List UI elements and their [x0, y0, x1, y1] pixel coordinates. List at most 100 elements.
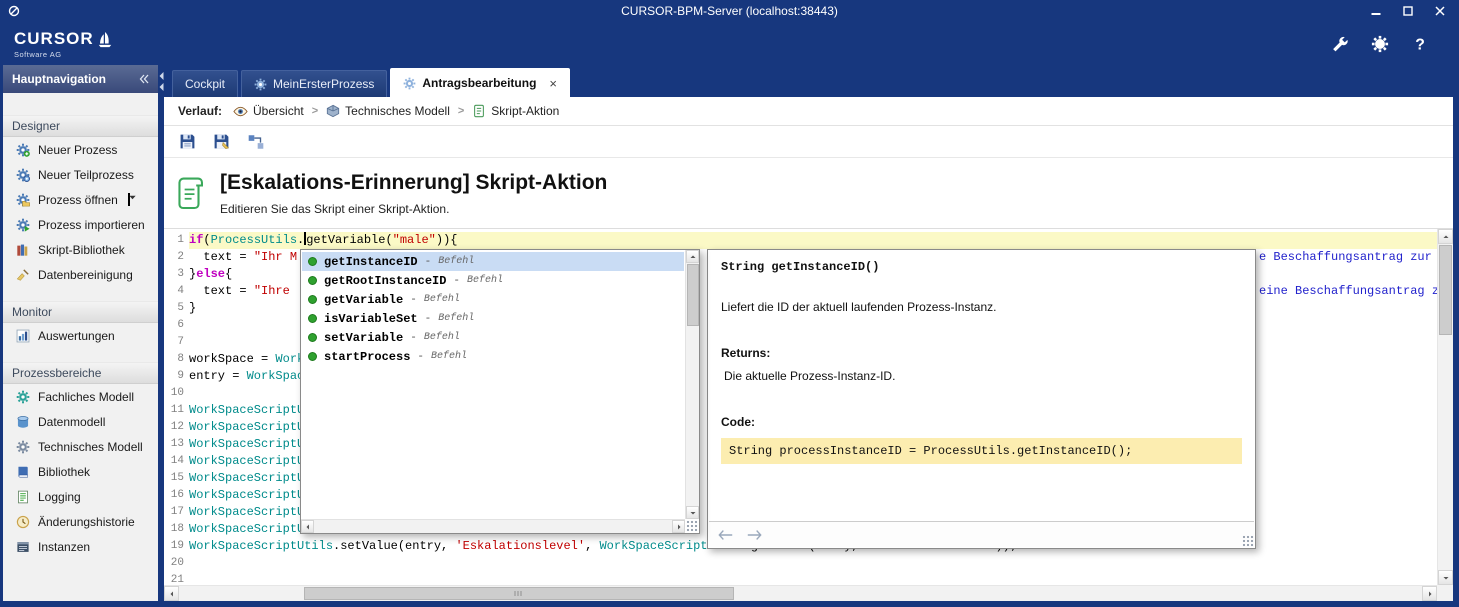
scroll-left-icon[interactable]	[301, 520, 314, 533]
scroll-down-icon[interactable]	[686, 506, 699, 519]
code-token: WorkSpaceScriptU	[189, 471, 304, 485]
sidebar-item-neuer-prozess[interactable]: Neuer Prozess	[3, 137, 158, 162]
autocomplete-separator: -	[425, 256, 432, 268]
hscroll-thumb[interactable]	[304, 587, 734, 600]
breadcrumb-item-technisches-modell[interactable]: Technisches Modell	[326, 104, 450, 118]
sidebar-item-neuer-teilprozess[interactable]: Neuer Teilprozess	[3, 162, 158, 187]
scroll-right-icon[interactable]	[1422, 586, 1437, 601]
sidebar-item-technisches-modell[interactable]: Technisches Modell	[3, 434, 158, 459]
line-number: 17	[164, 504, 184, 521]
autocomplete-item-getinstanceid[interactable]: getInstanceID - Befehl	[302, 252, 684, 271]
autocomplete-item-setvariable[interactable]: setVariable - Befehl	[302, 328, 684, 347]
gear-white-icon	[1371, 35, 1389, 53]
scroll-left-icon[interactable]	[164, 586, 179, 601]
close-button[interactable]	[1429, 3, 1451, 19]
code-token: if	[189, 233, 203, 247]
doc-forward-icon[interactable]	[746, 529, 762, 541]
sidebar-item-label: Auswertungen	[38, 329, 115, 343]
sidebar-item-skript-bibliothek[interactable]: Skript-Bibliothek	[3, 237, 158, 262]
sidebar-item-datenmodell[interactable]: Datenmodell	[3, 409, 158, 434]
sidebar-item-fachliches-modell[interactable]: Fachliches Modell	[3, 384, 158, 409]
autocomplete-item-startprocess[interactable]: startProcess - Befehl	[302, 347, 684, 366]
chevrons-left-icon[interactable]	[137, 73, 149, 85]
line-number-gutter: 123456789101112131415161718192021	[164, 229, 188, 585]
help-button[interactable]: ?	[1409, 33, 1431, 55]
sidebar-item-label: Prozess öffnen	[38, 193, 118, 207]
scroll-down-icon[interactable]	[1438, 570, 1453, 585]
breadcrumb-item-skript-aktion[interactable]: Skript-Aktion	[472, 104, 559, 118]
popup-horizontal-scrollbar[interactable]	[301, 519, 685, 533]
scroll-up-icon[interactable]	[1438, 229, 1453, 244]
section-header-designer[interactable]: Designer	[3, 115, 158, 137]
admin-gear-button[interactable]	[1369, 33, 1391, 55]
sidebar-title: Hauptnavigation	[12, 72, 106, 86]
autocomplete-item-getrootinstanceid[interactable]: getRootInstanceID - Befehl	[302, 271, 684, 290]
sidebar-item-logging[interactable]: Logging	[3, 484, 158, 509]
autocomplete-item-type: Befehl	[438, 313, 474, 324]
settings-wrench-button[interactable]	[1329, 33, 1351, 55]
code-token: (	[203, 233, 210, 247]
save-button[interactable]	[175, 129, 200, 154]
maximize-button[interactable]	[1397, 3, 1419, 19]
app-window: CURSOR-BPM-Server (localhost:38443) CURS…	[0, 0, 1459, 607]
sidebar-item-instanzen[interactable]: Instanzen	[3, 534, 158, 559]
sidebar-item-datenbereinigung[interactable]: Datenbereinigung	[3, 262, 158, 287]
svg-text:?: ?	[1415, 36, 1425, 52]
code-token: 'Eskalationslevel'	[455, 539, 585, 553]
close-tab-icon[interactable]: ×	[549, 77, 557, 90]
doc-tooltip: String getInstanceID() Liefert die ID de…	[707, 249, 1256, 549]
sidebar-item-label: Logging	[38, 490, 81, 504]
tab-label: Cockpit	[185, 77, 225, 91]
caret-down-icon	[128, 193, 130, 206]
top-tools: ?	[1329, 33, 1431, 55]
tab-cockpit[interactable]: Cockpit	[172, 70, 238, 97]
sidebar-header[interactable]: Hauptnavigation	[3, 65, 158, 93]
sidebar-item-bibliothek[interactable]: Bibliothek	[3, 459, 158, 484]
popup-vertical-scrollbar[interactable]	[685, 250, 699, 519]
breadcrumb-separator: >	[312, 105, 318, 117]
autocomplete-item-type: Befehl	[431, 351, 467, 362]
autocomplete-item-isvariableset[interactable]: isVariableSet - Befehl	[302, 309, 684, 328]
scroll-right-icon[interactable]	[672, 520, 685, 533]
code-token: ,	[585, 539, 599, 553]
editor-vertical-scrollbar[interactable]	[1437, 229, 1453, 585]
titlebar[interactable]: CURSOR-BPM-Server (localhost:38443)	[0, 0, 1459, 22]
code-token: }	[189, 301, 196, 315]
doc-back-icon[interactable]	[718, 529, 734, 541]
script-library-icon	[16, 243, 30, 257]
save-as-button[interactable]	[209, 129, 234, 154]
code-token: text =	[189, 250, 254, 264]
doc-returns-label: Returns:	[721, 346, 1242, 360]
script-editor[interactable]: 123456789101112131415161718192021 if(Pro…	[164, 228, 1453, 601]
vscroll-thumb[interactable]	[1439, 245, 1452, 335]
breadcrumb-item-uebersicht[interactable]: Übersicht	[233, 104, 304, 119]
autocomplete-item-name: getVariable	[324, 293, 403, 307]
doc-description: Liefert die ID der aktuell laufenden Pro…	[721, 300, 1242, 314]
breadcrumb: Verlauf: Übersicht>Technisches Modell>Sk…	[164, 97, 1453, 126]
popup-resize-grip[interactable]	[686, 520, 698, 532]
subprocess-new-icon	[16, 168, 30, 182]
splitter-collapse-icon[interactable]	[159, 72, 164, 80]
method-dot-icon	[308, 333, 317, 342]
splitter-collapse-icon[interactable]	[159, 83, 164, 91]
scroll-up-icon[interactable]	[686, 250, 699, 263]
section-header-monitor[interactable]: Monitor	[3, 301, 158, 323]
editor-horizontal-scrollbar[interactable]	[164, 585, 1437, 601]
sidebar-item-auswertungen[interactable]: Auswertungen	[3, 323, 158, 348]
code-line-1: if(ProcessUtils.getVariable("male")){	[189, 232, 1437, 249]
process-tab-icon	[254, 78, 267, 91]
section-header-prozessbereiche[interactable]: Prozessbereiche	[3, 362, 158, 384]
code-token: "Ihre	[254, 284, 290, 298]
sidebar-item-label: Technisches Modell	[38, 440, 143, 454]
sidebar-item-prozess-importieren[interactable]: Prozess importieren	[3, 212, 158, 237]
autocomplete-item-getvariable[interactable]: getVariable - Befehl	[302, 290, 684, 309]
popup-vscroll-thumb[interactable]	[687, 264, 699, 326]
tab-antragsbearbeitung[interactable]: Antragsbearbeitung×	[390, 68, 570, 97]
minimize-button[interactable]	[1365, 3, 1387, 19]
sidebar-item-aenderungshistorie[interactable]: Änderungshistorie	[3, 509, 158, 534]
diagram-icon	[247, 133, 265, 151]
doc-resize-grip[interactable]	[1242, 535, 1254, 547]
tab-meinersterprozess[interactable]: MeinErsterProzess	[241, 70, 387, 97]
check-script-button[interactable]	[243, 129, 268, 154]
sidebar-item-prozess-oeffnen[interactable]: Prozess öffnen	[3, 187, 158, 212]
